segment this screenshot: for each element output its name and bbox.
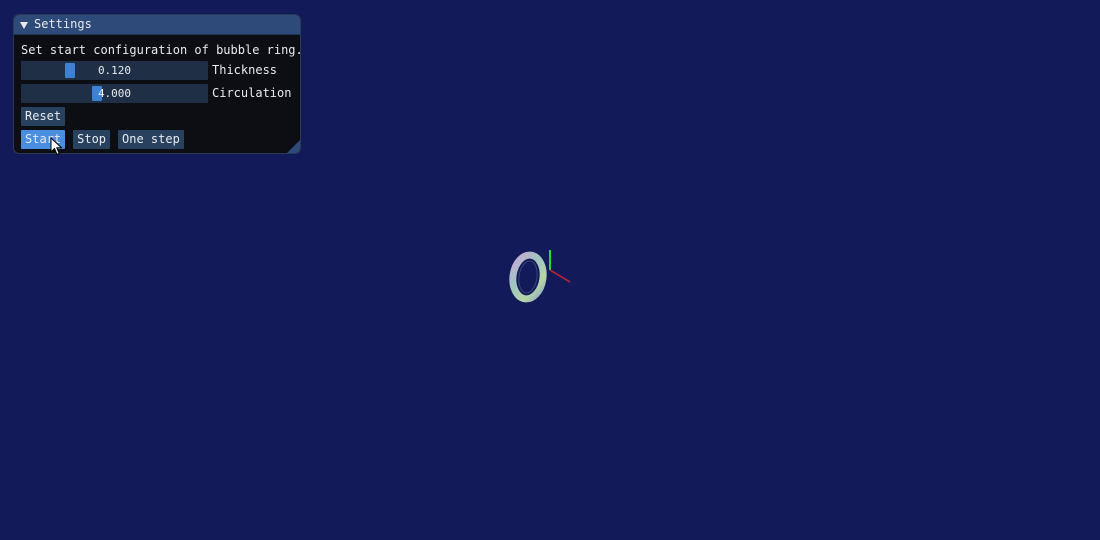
bubble-ring-scene: [509, 250, 571, 303]
resize-grip-icon[interactable]: [287, 140, 300, 153]
thickness-label: Thickness: [212, 63, 278, 77]
bubble-ring: [509, 251, 547, 303]
collapse-arrow-icon[interactable]: [20, 21, 28, 29]
settings-description: Set start configuration of bubble ring.: [21, 43, 301, 57]
window-title: Settings: [34, 17, 92, 31]
settings-title-bar[interactable]: Settings: [14, 15, 300, 35]
thickness-row: 0.120 Thickness: [21, 61, 293, 80]
reset-button[interactable]: Reset: [21, 107, 66, 126]
circulation-slider[interactable]: 4.000: [21, 84, 208, 103]
circulation-label: Circulation: [212, 86, 292, 100]
settings-body: Set start configuration of bubble ring. …: [14, 35, 300, 149]
thickness-value: 0.120: [97, 64, 132, 77]
settings-window[interactable]: Settings Set start configuration of bubb…: [13, 14, 301, 154]
mouse-cursor-icon: [50, 137, 63, 156]
circulation-row: 4.000 Circulation: [21, 84, 293, 103]
thickness-slider[interactable]: 0.120: [21, 61, 208, 80]
3d-viewport[interactable]: Settings Set start configuration of bubb…: [0, 0, 1100, 540]
one-step-button[interactable]: One step: [118, 130, 184, 149]
stop-button[interactable]: Stop: [73, 130, 111, 149]
axis-x: [549, 269, 571, 283]
reset-row: Reset: [21, 107, 293, 126]
circulation-value: 4.000: [97, 87, 132, 100]
